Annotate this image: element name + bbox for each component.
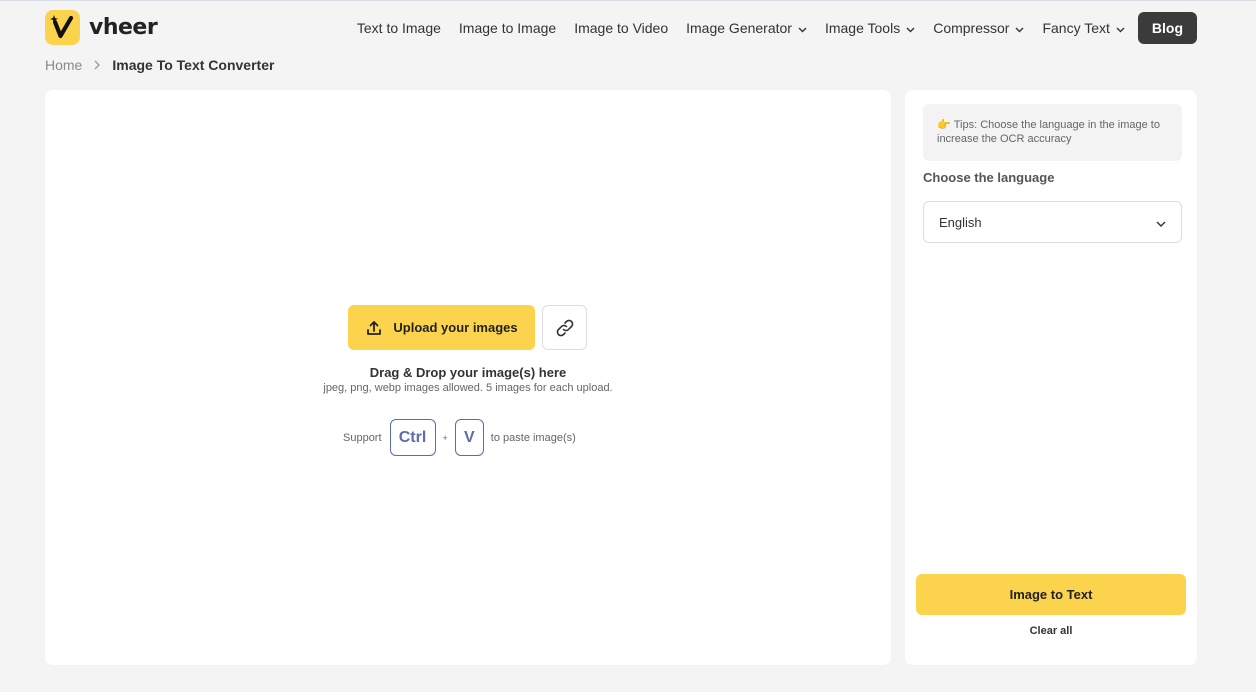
paste-prefix: Support (343, 431, 382, 444)
upload-actions: Upload your images (348, 305, 587, 350)
logo[interactable]: vheer (45, 10, 158, 45)
image-to-text-button[interactable]: Image to Text (916, 574, 1186, 615)
plus-sign: + (442, 432, 448, 443)
paste-suffix: to paste image(s) (490, 431, 576, 444)
nav-image-to-image[interactable]: Image to Image (459, 20, 556, 36)
tips-text: Tips: Choose the language in the image t… (937, 119, 1160, 145)
language-label: Choose the language (923, 170, 1055, 185)
brand-name: vheer (89, 15, 158, 40)
top-header: vheer Text to Image Image to Image Image… (0, 1, 1256, 55)
nav-fancy-text[interactable]: Fancy Text (1042, 20, 1125, 36)
nav-label: Compressor (933, 20, 1010, 36)
breadcrumb-home[interactable]: Home (45, 57, 82, 73)
breadcrumb-current: Image To Text Converter (112, 57, 275, 73)
chevron-down-icon (1015, 20, 1024, 36)
paste-hint: Support Ctrl + V to paste image(s) (343, 419, 576, 456)
nav-label: Image to Video (574, 20, 669, 36)
vheer-logo-icon (45, 10, 80, 45)
chevron-down-icon (1116, 20, 1125, 36)
tips-box: 👉 Tips: Choose the language in the image … (923, 104, 1182, 161)
upload-button-label: Upload your images (393, 320, 518, 335)
nav-image-to-video[interactable]: Image to Video (574, 20, 668, 36)
nav-label: Image Tools (824, 20, 901, 36)
main-nav: Text to Image Image to Image Image to Vi… (339, 12, 1197, 44)
link-icon (556, 319, 573, 336)
language-value: English (939, 214, 982, 230)
nav-text-to-image[interactable]: Text to Image (357, 20, 441, 36)
nav-compressor[interactable]: Compressor (933, 20, 1024, 36)
chevron-down-icon (906, 20, 915, 36)
nav-image-tools[interactable]: Image Tools (825, 20, 915, 36)
drag-drop-title: Drag & Drop your image(s) here (369, 365, 567, 380)
blog-button[interactable]: Blog (1137, 12, 1197, 44)
v-key: V (454, 419, 484, 456)
pointing-hand-icon: 👉 (937, 119, 951, 131)
drag-drop-subtitle: jpeg, png, webp images allowed. 5 images… (323, 382, 613, 394)
breadcrumb: Home Image To Text Converter (45, 57, 274, 73)
nav-label: Text to Image (356, 20, 441, 36)
nav-image-generator[interactable]: Image Generator (686, 20, 807, 36)
settings-panel: 👉 Tips: Choose the language in the image … (905, 90, 1197, 665)
upload-icon (367, 320, 382, 335)
chevron-down-icon (1156, 215, 1166, 230)
clear-all-button[interactable]: Clear all (916, 625, 1186, 637)
language-select[interactable]: English (923, 201, 1182, 243)
nav-label: Image to Image (458, 20, 557, 36)
nav-label: Image Generator (686, 20, 792, 36)
upload-dropzone[interactable]: Upload your images Drag & Drop your imag… (45, 90, 891, 665)
chevron-right-icon (94, 57, 101, 73)
upload-from-url-button[interactable] (542, 305, 587, 350)
nav-label: Fancy Text (1042, 20, 1110, 36)
ctrl-key: Ctrl (389, 419, 436, 456)
upload-images-button[interactable]: Upload your images (348, 305, 535, 350)
chevron-down-icon (798, 20, 807, 36)
